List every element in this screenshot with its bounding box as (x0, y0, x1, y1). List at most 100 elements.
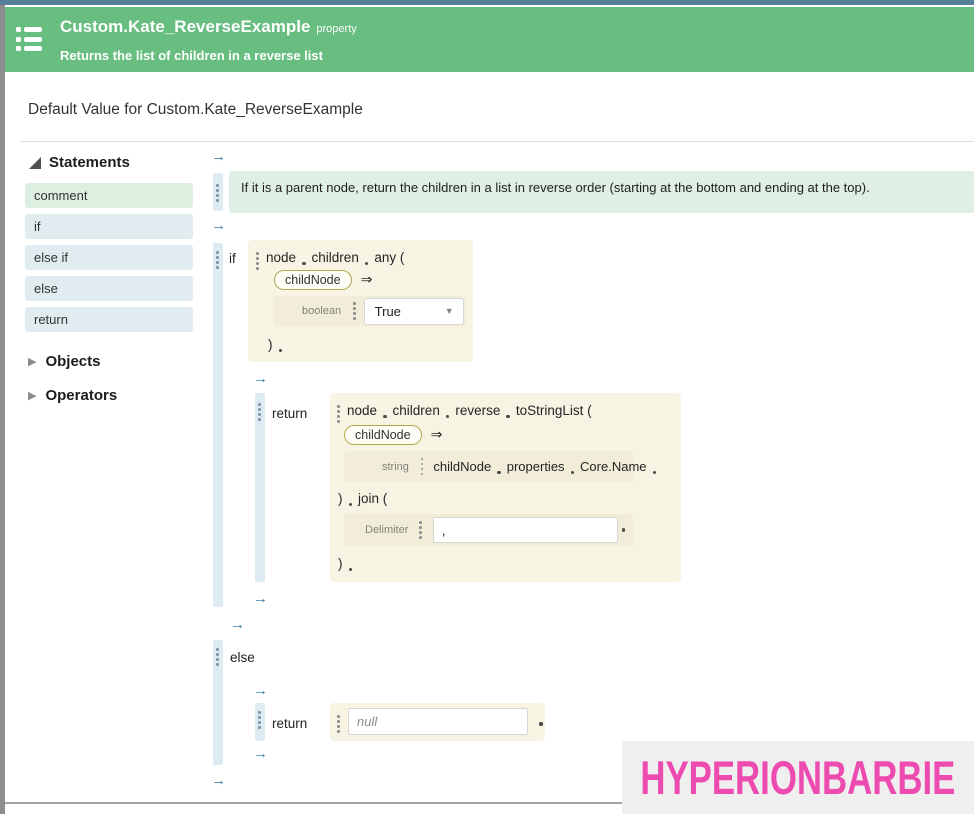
if-keyword: if (229, 251, 236, 266)
watermark-text: HYPERIONBARBIE (641, 750, 956, 805)
sidebar-section-label: Statements (49, 154, 130, 171)
member-access-dot[interactable] (539, 722, 543, 726)
window-border-left (0, 5, 5, 814)
if-drag-handle[interactable] (216, 251, 219, 269)
comment-drag-handle[interactable] (216, 184, 219, 202)
insert-arrow[interactable]: → (211, 150, 226, 164)
lambda-row: childNode ⇒ (344, 425, 442, 445)
boolean-slot: boolean True▼ (274, 296, 466, 326)
slot-type-label: string (382, 461, 409, 473)
sidebar-section-statements[interactable]: Statements (29, 154, 130, 171)
token[interactable]: node (347, 403, 377, 418)
palette-item-else-if[interactable]: else if (25, 245, 193, 270)
lambda-arrow: ⇒ (431, 426, 443, 442)
member-access-dot[interactable] (383, 415, 387, 419)
divider (20, 141, 974, 142)
delimiter-input[interactable] (433, 517, 618, 543)
sidebar-section-operators[interactable]: ▶ Operators (28, 387, 117, 404)
token[interactable]: ) (338, 491, 343, 506)
member-access-dot[interactable] (446, 415, 450, 419)
expression-drag-handle[interactable] (337, 715, 340, 733)
insert-arrow[interactable]: → (211, 774, 226, 788)
member-access-dot[interactable] (653, 471, 657, 475)
string-slot: string childNodepropertiesCore.Name (344, 451, 633, 482)
token[interactable]: ) (338, 556, 343, 571)
insert-arrow[interactable]: → (253, 372, 268, 386)
sidebar-section-label: Operators (45, 387, 117, 404)
slot-drag-handle[interactable] (353, 302, 356, 320)
expression-tokens: node children any ( (266, 250, 404, 265)
comment-block[interactable]: If it is a parent node, return the child… (229, 171, 974, 213)
sidebar-section-label: Objects (45, 353, 100, 370)
close-paren-row: ) (338, 556, 358, 571)
list-icon-dot (16, 27, 21, 32)
member-access-dot[interactable] (349, 503, 353, 507)
list-menu-icon[interactable] (16, 27, 44, 51)
watermark: HYPERIONBARBIE (622, 741, 974, 814)
insert-arrow[interactable]: → (253, 684, 268, 698)
else-drag-handle[interactable] (216, 648, 219, 666)
boolean-dropdown[interactable]: True▼ (364, 298, 464, 325)
page-title: Default Value for Custom.Kate_ReverseExa… (28, 101, 363, 119)
else-keyword: else (230, 650, 255, 665)
member-access-dot[interactable] (302, 262, 306, 266)
property-type-badge: property (316, 23, 356, 35)
palette-item-else[interactable]: else (25, 276, 193, 301)
list-icon-bar (24, 27, 42, 32)
token[interactable]: any ( (374, 250, 404, 265)
dropdown-value: True (375, 304, 445, 319)
slot-drag-handle[interactable] (421, 458, 424, 476)
if-statement-bar (213, 243, 223, 607)
token[interactable]: ) (268, 337, 273, 352)
return-drag-handle[interactable] (258, 403, 261, 421)
return-expression: node children reverse toStringList ( childN… (330, 393, 681, 582)
token[interactable]: toStringList ( (516, 403, 592, 418)
if-condition-expression: node children any ( childNode ⇒ boolean Tru… (248, 240, 473, 362)
null-value-input[interactable] (348, 708, 528, 735)
lambda-arrow: ⇒ (361, 271, 373, 287)
token[interactable]: properties (507, 459, 565, 474)
member-access-dot[interactable] (622, 528, 626, 532)
collapsed-triangle-icon: ▶ (28, 355, 36, 368)
member-access-dot[interactable] (571, 471, 575, 475)
token[interactable]: node (266, 250, 296, 265)
member-access-dot[interactable] (349, 568, 353, 572)
return-drag-handle[interactable] (258, 711, 261, 729)
token[interactable]: reverse (455, 403, 500, 418)
insert-arrow[interactable]: → (211, 219, 226, 233)
token[interactable]: Core.Name (580, 459, 646, 474)
slot-type-label: Delimiter (365, 524, 408, 536)
expression-tokens: node children reverse toStringList ( (347, 403, 592, 418)
palette-item-return[interactable]: return (25, 307, 193, 332)
return-null-expression (330, 703, 545, 741)
expression-editor-window: Custom.Kate_ReverseExampleproperty Retur… (0, 0, 974, 814)
token[interactable]: childNode (433, 459, 491, 474)
member-access-dot[interactable] (497, 471, 501, 475)
palette-item-comment[interactable]: comment (25, 183, 193, 208)
expression-drag-handle[interactable] (337, 405, 340, 423)
token[interactable]: children (312, 250, 359, 265)
token[interactable]: join ( (358, 491, 387, 506)
lambda-param-chip[interactable]: childNode (274, 270, 352, 290)
palette-item-if[interactable]: if (25, 214, 193, 239)
comment-text: If it is a parent node, return the child… (241, 180, 870, 195)
sidebar-section-objects[interactable]: ▶ Objects (28, 353, 101, 370)
slot-drag-handle[interactable] (419, 521, 422, 539)
member-access-dot[interactable] (506, 415, 510, 419)
insert-arrow[interactable]: → (253, 747, 268, 761)
member-access-dot[interactable] (279, 349, 283, 353)
expanded-triangle-icon (29, 157, 41, 169)
delimiter-slot: Delimiter (344, 514, 633, 546)
window-border-top (0, 0, 974, 5)
return-keyword: return (272, 406, 307, 421)
expression-drag-handle[interactable] (256, 252, 259, 270)
list-icon-bar (24, 37, 42, 42)
expression-tokens: childNode properties Core.Name (433, 459, 662, 474)
property-title: Custom.Kate_ReverseExampleproperty (60, 17, 357, 37)
lambda-param-chip[interactable]: childNode (344, 425, 422, 445)
insert-arrow[interactable]: → (230, 618, 245, 632)
lambda-row: childNode ⇒ (274, 270, 372, 290)
token[interactable]: children (393, 403, 440, 418)
insert-arrow[interactable]: → (253, 592, 268, 606)
member-access-dot[interactable] (365, 262, 369, 266)
